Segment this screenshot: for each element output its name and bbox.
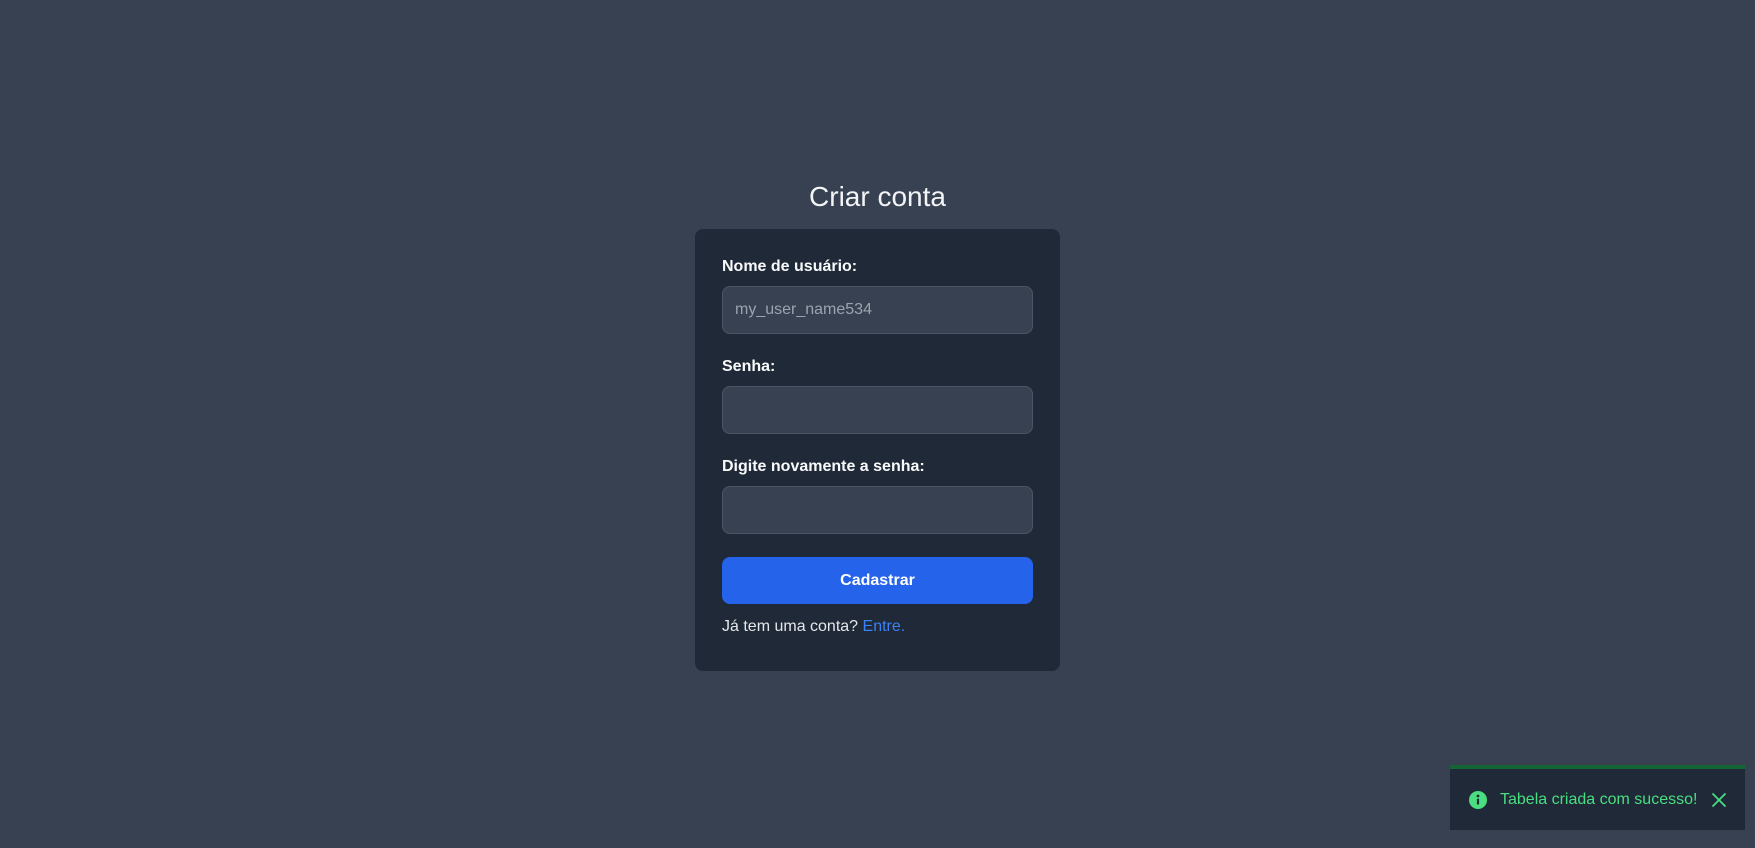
password-input[interactable] [722, 386, 1033, 434]
close-icon[interactable] [1711, 792, 1727, 808]
login-prompt: Já tem uma conta? Entre. [722, 617, 1033, 637]
password-label: Senha: [722, 358, 776, 375]
password-confirm-group: Digite novamente a senha: [722, 457, 1033, 534]
signup-card: Nome de usuário: Senha: Digite novamente… [695, 229, 1060, 671]
password-confirm-label: Digite novamente a senha: [722, 458, 925, 475]
page-title: Criar conta [809, 181, 946, 212]
username-input[interactable] [722, 286, 1033, 334]
register-button[interactable]: Cadastrar [722, 557, 1033, 604]
login-link[interactable]: Entre. [863, 618, 906, 635]
password-group: Senha: [722, 357, 1033, 434]
username-label: Nome de usuário: [722, 258, 858, 275]
toast-message: Tabela criada com sucesso! [1500, 790, 1698, 808]
info-icon [1469, 790, 1487, 809]
signup-page: Criar conta Nome de usuário: Senha: Digi… [0, 0, 1755, 848]
username-group: Nome de usuário: [722, 257, 1033, 334]
password-confirm-input[interactable] [722, 486, 1033, 534]
success-toast: Tabela criada com sucesso! [1450, 765, 1745, 830]
login-prompt-text: Já tem uma conta? [722, 618, 859, 635]
